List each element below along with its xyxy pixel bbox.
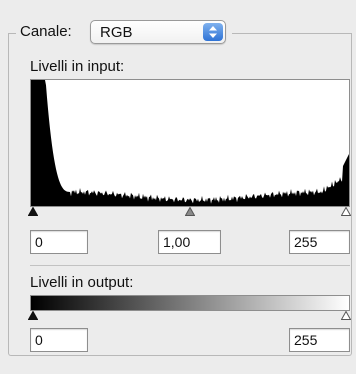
histogram bbox=[30, 79, 350, 207]
channel-select-value: RGB bbox=[100, 24, 133, 41]
output-black-slider-icon[interactable] bbox=[28, 311, 38, 320]
white-point-slider-icon[interactable] bbox=[341, 207, 351, 216]
black-point-slider-icon[interactable] bbox=[28, 207, 38, 216]
gamma-slider-icon[interactable] bbox=[185, 207, 195, 216]
output-white-field[interactable]: 255 bbox=[289, 328, 350, 352]
output-levels-label: Livelli in output: bbox=[30, 274, 134, 291]
channel-select[interactable]: RGB bbox=[90, 20, 226, 44]
histogram-graph bbox=[31, 80, 349, 206]
group-frame-top-right bbox=[232, 33, 352, 34]
input-white-field[interactable]: 255 bbox=[289, 230, 350, 254]
input-gamma-field[interactable]: 1,00 bbox=[158, 230, 221, 254]
output-white-slider-icon[interactable] bbox=[341, 311, 351, 320]
levels-panel: Canale: RGB Livelli in input: 0 1,00 255… bbox=[0, 0, 356, 374]
output-gradient-bar bbox=[30, 295, 350, 311]
input-black-field[interactable]: 0 bbox=[30, 230, 88, 254]
input-levels-label: Livelli in input: bbox=[30, 58, 125, 75]
section-divider bbox=[30, 265, 350, 266]
histogram-shape bbox=[31, 80, 349, 206]
group-frame-top-left bbox=[8, 33, 16, 34]
channel-label: Canale: bbox=[20, 23, 72, 40]
up-down-arrows-icon[interactable] bbox=[203, 23, 223, 41]
output-black-field[interactable]: 0 bbox=[30, 328, 88, 352]
